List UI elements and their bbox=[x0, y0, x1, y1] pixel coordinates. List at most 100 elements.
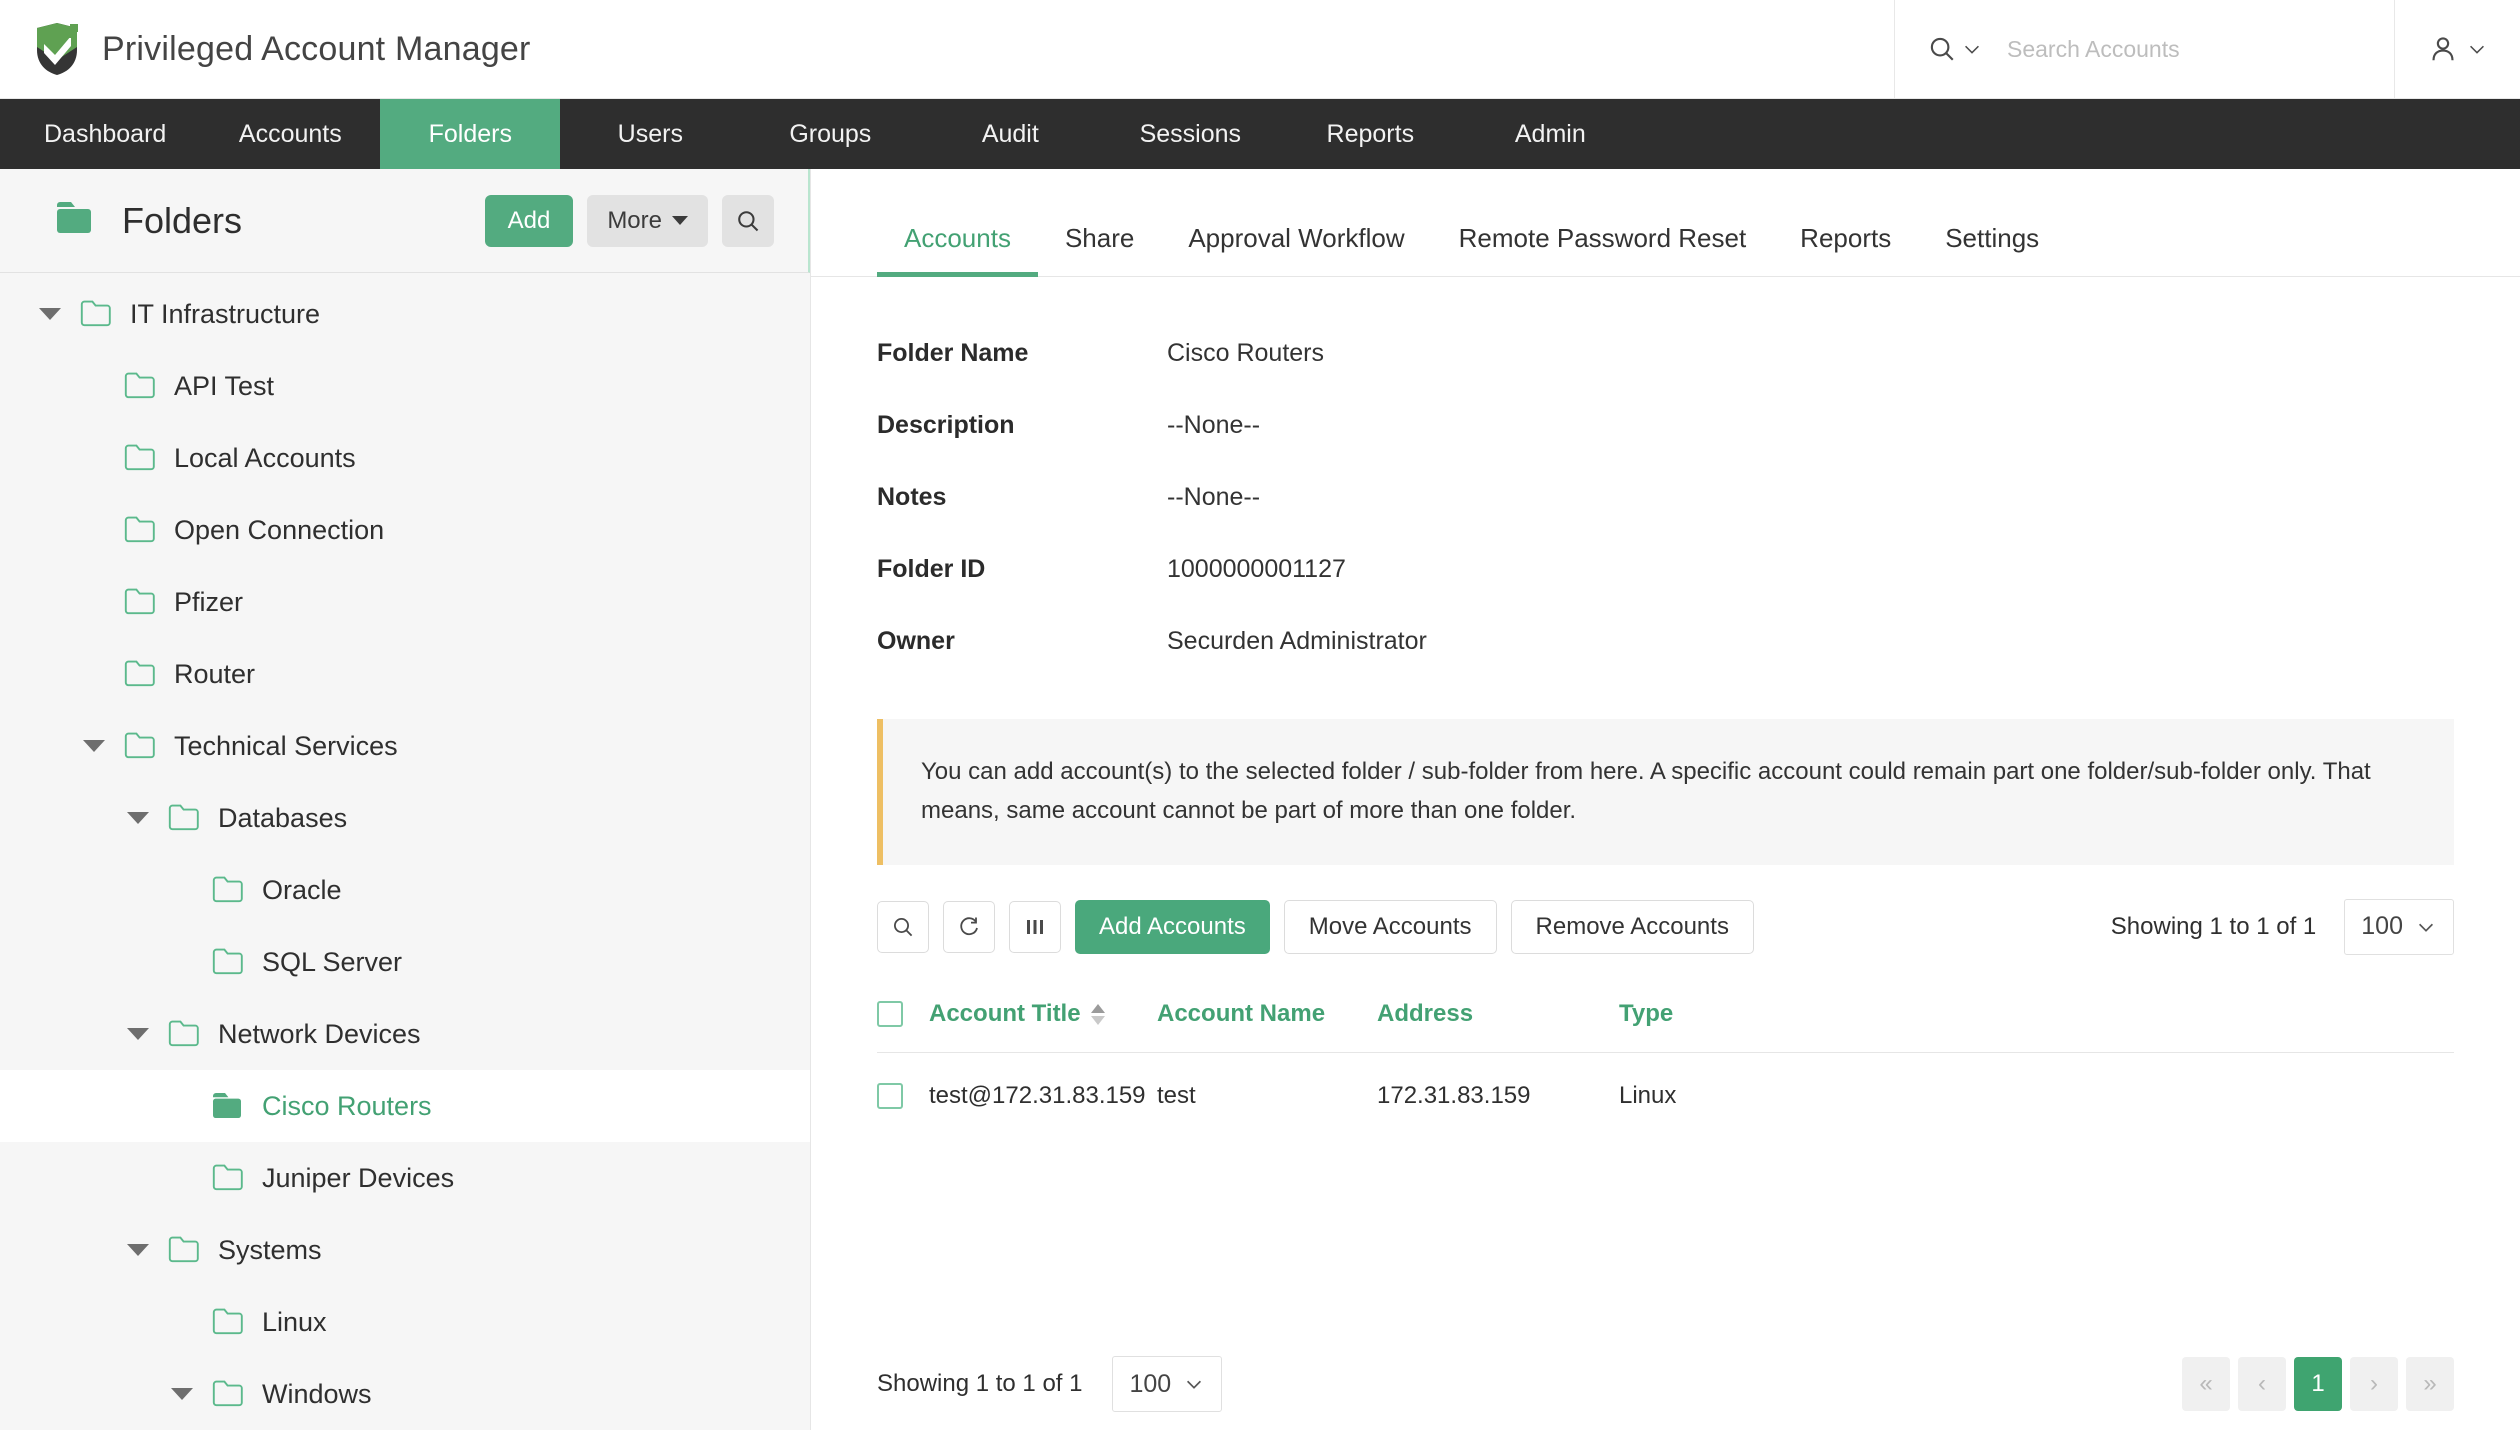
add-folder-button[interactable]: Add bbox=[484, 194, 574, 247]
column-header-account-title[interactable]: Account Title bbox=[929, 1000, 1157, 1028]
tree-item-pfizer[interactable]: Pfizer bbox=[0, 566, 810, 638]
table-header-row: Account Title Account Name Address Type bbox=[877, 991, 2454, 1053]
column-header-account-name[interactable]: Account Name bbox=[1157, 1000, 1377, 1028]
tree-toggle-expanded[interactable] bbox=[158, 1388, 206, 1400]
table-row[interactable]: test@172.31.83.159 test 172.31.83.159 Linux bbox=[877, 1053, 2454, 1139]
info-notice: You can add account(s) to the selected f… bbox=[877, 719, 2454, 865]
search-input[interactable] bbox=[1989, 35, 2376, 63]
tree-item-sql-server[interactable]: SQL Server bbox=[0, 926, 810, 998]
sidebar-header: Folders Add More bbox=[0, 169, 810, 273]
page-last-button[interactable]: » bbox=[2406, 1357, 2454, 1411]
columns-button[interactable] bbox=[1009, 900, 1061, 953]
sidebar-search-button[interactable] bbox=[722, 194, 774, 247]
tree-item-router[interactable]: Router bbox=[0, 638, 810, 710]
more-actions-button[interactable]: More bbox=[587, 194, 708, 247]
add-accounts-button[interactable]: Add Accounts bbox=[1075, 899, 1270, 954]
chevron-down-icon bbox=[2469, 45, 2484, 54]
row-checkbox[interactable] bbox=[877, 1082, 903, 1109]
tree-toggle-expanded[interactable] bbox=[114, 812, 162, 824]
property-label: Folder ID bbox=[877, 554, 986, 583]
folder-outline-icon bbox=[118, 444, 164, 472]
nav-item-users[interactable]: Users bbox=[560, 99, 740, 169]
shield-check-logo-icon bbox=[34, 22, 80, 76]
page-size-select-top[interactable]: 100 bbox=[2344, 898, 2454, 955]
nav-item-admin[interactable]: Admin bbox=[1460, 99, 1640, 169]
folder-properties: Folder Name Cisco Routers Description --Non… bbox=[811, 277, 2520, 677]
tab-reports[interactable]: Reports bbox=[1773, 223, 1918, 276]
table-body: test@172.31.83.159 test 172.31.83.159 Linux bbox=[877, 1053, 2454, 1139]
tree-item-label: Local Accounts bbox=[174, 442, 356, 473]
detail-tabs: Accounts Share Approval Workflow Remote Pas… bbox=[811, 169, 2520, 277]
global-search[interactable] bbox=[1894, 0, 2394, 98]
tree-item-juniper-devices[interactable]: Juniper Devices bbox=[0, 1142, 810, 1214]
folder-filled-icon bbox=[206, 1092, 252, 1120]
column-header-address[interactable]: Address bbox=[1377, 1000, 1619, 1028]
tree-item-systems[interactable]: Systems bbox=[0, 1214, 810, 1286]
tree-item-network-devices[interactable]: Network Devices bbox=[0, 998, 810, 1070]
property-value: 1000000001127 bbox=[1167, 554, 1346, 583]
table-search-button[interactable] bbox=[877, 900, 929, 953]
page-next-button[interactable]: › bbox=[2350, 1357, 2398, 1411]
folder-outline-icon bbox=[206, 1164, 252, 1192]
folder-outline-icon bbox=[206, 948, 252, 976]
property-value: Securden Administrator bbox=[1167, 626, 1427, 655]
nav-item-groups[interactable]: Groups bbox=[740, 99, 920, 169]
chevron-down-icon bbox=[672, 216, 688, 225]
chevron-down-icon bbox=[2418, 923, 2434, 932]
tab-accounts[interactable]: Accounts bbox=[877, 223, 1038, 277]
pagination: « ‹ 1 › » bbox=[2182, 1357, 2454, 1411]
tree-item-windows[interactable]: Windows bbox=[0, 1358, 810, 1430]
remove-accounts-button[interactable]: Remove Accounts bbox=[1510, 899, 1754, 954]
sort-arrows-icon[interactable] bbox=[1090, 1003, 1105, 1025]
page-first-button[interactable]: « bbox=[2182, 1357, 2230, 1411]
tree-item-label: Pfizer bbox=[174, 586, 244, 617]
folder-outline-icon bbox=[162, 1020, 208, 1048]
tree-toggle-expanded[interactable] bbox=[26, 308, 74, 320]
tree-toggle-expanded[interactable] bbox=[70, 740, 118, 752]
tree-item-local-accounts[interactable]: Local Accounts bbox=[0, 422, 810, 494]
folder-outline-icon bbox=[118, 588, 164, 616]
tree-item-technical-services[interactable]: Technical Services bbox=[0, 710, 810, 782]
tree-toggle-expanded[interactable] bbox=[114, 1028, 162, 1040]
tree-toggle-expanded[interactable] bbox=[114, 1244, 162, 1256]
column-header-label: Type bbox=[1619, 1000, 1674, 1028]
search-scope-selector[interactable] bbox=[1927, 34, 1983, 64]
nav-item-dashboard[interactable]: Dashboard bbox=[10, 99, 200, 169]
property-row: Notes --None-- bbox=[877, 461, 2520, 533]
cell-address: 172.31.83.159 bbox=[1377, 1081, 1531, 1109]
search-icon bbox=[1930, 37, 1954, 61]
tree-item-label: IT Infrastructure bbox=[130, 298, 321, 329]
tree-item-label: API Test bbox=[174, 370, 275, 401]
chevron-down-icon bbox=[1965, 45, 1979, 54]
tree-item-it-infrastructure[interactable]: IT Infrastructure bbox=[0, 278, 810, 350]
property-value: Cisco Routers bbox=[1167, 338, 1324, 367]
tree-item-databases[interactable]: Databases bbox=[0, 782, 810, 854]
page-number-button[interactable]: 1 bbox=[2294, 1357, 2342, 1411]
nav-item-accounts[interactable]: Accounts bbox=[200, 99, 380, 169]
folder-outline-icon bbox=[206, 1380, 252, 1408]
nav-item-sessions[interactable]: Sessions bbox=[1100, 99, 1280, 169]
refresh-button[interactable] bbox=[943, 900, 995, 953]
page-size-select-bottom[interactable]: 100 bbox=[1112, 1356, 1223, 1412]
nav-item-audit[interactable]: Audit bbox=[920, 99, 1100, 169]
folder-outline-icon bbox=[118, 372, 164, 400]
user-menu[interactable] bbox=[2394, 0, 2520, 98]
move-accounts-button[interactable]: Move Accounts bbox=[1283, 899, 1497, 954]
column-header-type[interactable]: Type bbox=[1619, 1000, 1839, 1028]
tree-item-oracle[interactable]: Oracle bbox=[0, 854, 810, 926]
nav-item-reports[interactable]: Reports bbox=[1280, 99, 1460, 169]
tab-approval-workflow[interactable]: Approval Workflow bbox=[1161, 223, 1431, 276]
more-actions-label: More bbox=[607, 206, 662, 234]
tree-item-cisco-routers[interactable]: Cisco Routers bbox=[0, 1070, 810, 1142]
tab-settings[interactable]: Settings bbox=[1918, 223, 2066, 276]
select-all-checkbox[interactable] bbox=[877, 1001, 903, 1028]
property-value: --None-- bbox=[1167, 410, 1261, 439]
tab-remote-password-reset[interactable]: Remote Password Reset bbox=[1432, 223, 1774, 276]
tree-item-api-test[interactable]: API Test bbox=[0, 350, 810, 422]
tab-share[interactable]: Share bbox=[1038, 223, 1161, 276]
page-prev-button[interactable]: ‹ bbox=[2238, 1357, 2286, 1411]
nav-item-folders[interactable]: Folders bbox=[380, 99, 561, 169]
tree-item-open-connection[interactable]: Open Connection bbox=[0, 494, 810, 566]
tree-item-linux[interactable]: Linux bbox=[0, 1286, 810, 1358]
column-header-label: Account Title bbox=[929, 1000, 1081, 1028]
